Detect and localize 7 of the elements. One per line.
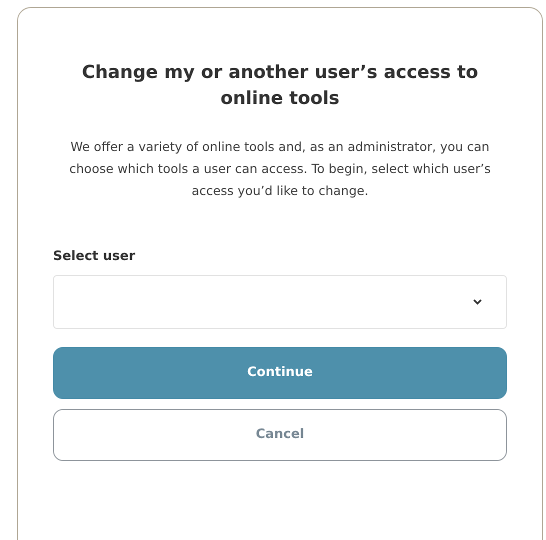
user-select[interactable] — [53, 274, 507, 328]
chevron-down-icon — [473, 298, 482, 304]
dialog-title: Change my or another user’s access to online tools — [80, 61, 480, 111]
cancel-button[interactable]: Cancel — [53, 408, 507, 460]
dialog-description: We offer a variety of online tools and, as an administrator, you can choose which tools a user can access. To begin, select which user’s access you’d like to change. — [68, 138, 492, 200]
select-label: Select user — [53, 248, 136, 266]
continue-button[interactable]: Continue — [53, 346, 507, 398]
